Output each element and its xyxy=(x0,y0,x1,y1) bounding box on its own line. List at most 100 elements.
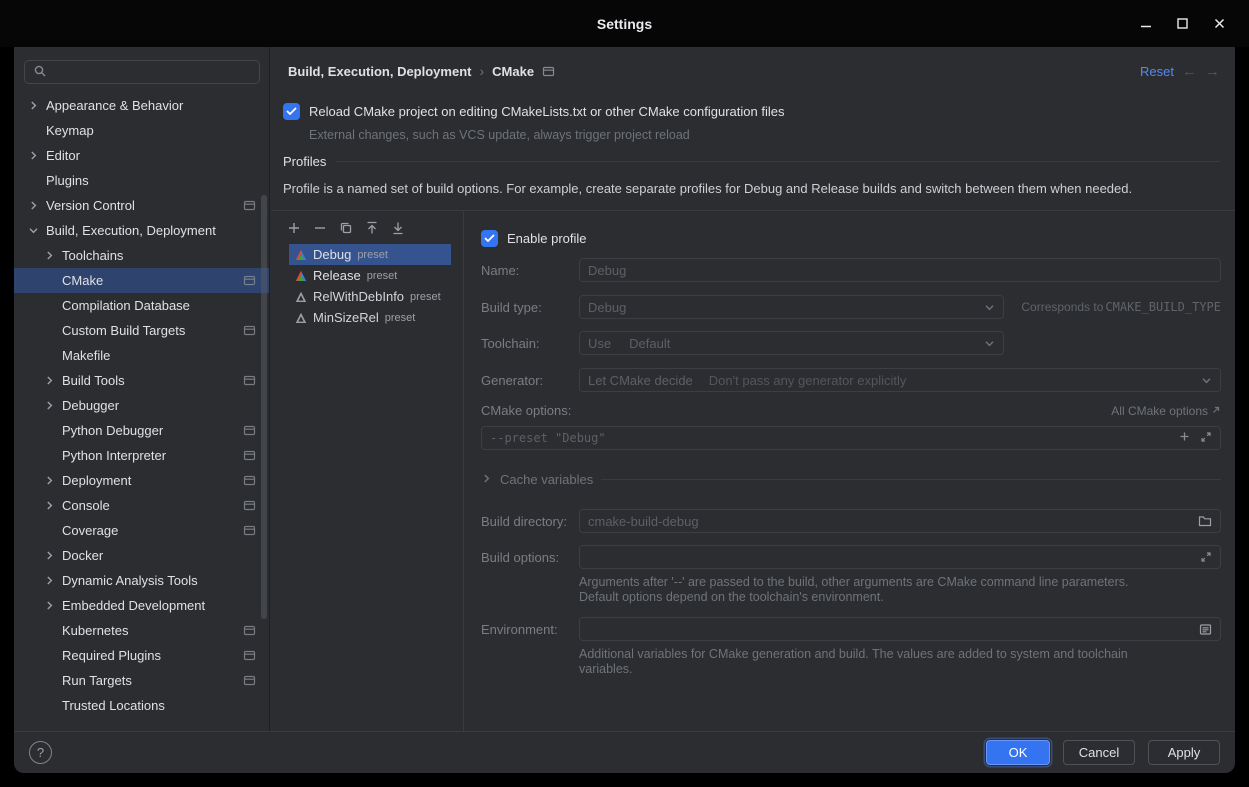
maximize-button[interactable] xyxy=(1175,16,1190,31)
move-up-button[interactable] xyxy=(364,220,380,236)
sidebar-item-dynamic-analysis-tools[interactable]: Dynamic Analysis Tools xyxy=(14,568,269,593)
sidebar-item-label: Build Tools xyxy=(62,373,125,388)
chevron-down-icon[interactable] xyxy=(28,225,46,236)
cmake-options-label: CMake options: xyxy=(481,403,571,418)
profile-tag: preset xyxy=(410,291,441,303)
chevron-right-icon[interactable] xyxy=(28,150,46,161)
profile-name: Debug xyxy=(313,247,351,262)
profile-name: RelWithDebInfo xyxy=(313,289,404,304)
sidebar-item-toolchains[interactable]: Toolchains xyxy=(14,243,269,268)
project-settings-icon xyxy=(243,449,256,462)
sidebar-item-makefile[interactable]: Makefile xyxy=(14,343,269,368)
sidebar-item-python-interpreter[interactable]: Python Interpreter xyxy=(14,443,269,468)
chevron-right-icon[interactable] xyxy=(44,375,62,386)
profile-form-pane: Enable profile Name: Debug Build type: D… xyxy=(465,211,1235,731)
project-settings-icon xyxy=(243,624,256,637)
profile-item-minsizerel[interactable]: MinSizeRelpreset xyxy=(289,307,451,328)
enable-profile-checkbox[interactable] xyxy=(481,230,498,247)
breadcrumb-parent[interactable]: Build, Execution, Deployment xyxy=(288,64,471,79)
sidebar-item-label: Compilation Database xyxy=(62,298,190,313)
sidebar-item-label: Deployment xyxy=(62,473,131,488)
build-type-select: Debug xyxy=(579,295,1004,319)
chevron-down-icon xyxy=(976,338,995,349)
sidebar-item-label: Appearance & Behavior xyxy=(46,98,183,113)
move-down-button[interactable] xyxy=(390,220,406,236)
minimize-button[interactable] xyxy=(1138,16,1153,31)
sidebar-item-debugger[interactable]: Debugger xyxy=(14,393,269,418)
cache-variables-toggle[interactable]: Cache variables xyxy=(481,472,1221,487)
sidebar-item-plugins[interactable]: Plugins xyxy=(14,168,269,193)
settings-sidebar: Appearance & Behavior Keymap Editor Plugins… xyxy=(14,47,270,731)
sidebar-item-label: Embedded Development xyxy=(62,598,205,613)
sidebar-item-run-targets[interactable]: Run Targets xyxy=(14,668,269,693)
sidebar-item-trusted-locations[interactable]: Trusted Locations xyxy=(14,693,269,718)
window-title: Settings xyxy=(597,16,652,32)
profile-item-release[interactable]: Releasepreset xyxy=(289,265,451,286)
sidebar-item-compilation-database[interactable]: Compilation Database xyxy=(14,293,269,318)
help-button[interactable]: ? xyxy=(29,741,52,764)
sidebar-item-label: CMake xyxy=(62,273,103,288)
chevron-right-icon[interactable] xyxy=(44,500,62,511)
profile-item-relwithdebinfo[interactable]: RelWithDebInfo preset xyxy=(289,286,451,307)
profile-tag: preset xyxy=(357,249,388,261)
cmake-options-input: --preset "Debug" xyxy=(481,426,1221,450)
sidebar-item-console[interactable]: Console xyxy=(14,493,269,518)
apply-button[interactable]: Apply xyxy=(1148,740,1220,765)
chevron-right-icon[interactable] xyxy=(28,100,46,111)
sidebar-item-build-execution-deployment[interactable]: Build, Execution, Deployment xyxy=(14,218,269,243)
cancel-button[interactable]: Cancel xyxy=(1063,740,1135,765)
chevron-down-icon xyxy=(1193,375,1212,386)
profile-name: Release xyxy=(313,268,361,283)
project-settings-icon xyxy=(243,499,256,512)
profiles-section-header: Profiles xyxy=(283,154,1220,169)
project-settings-icon xyxy=(243,524,256,537)
sidebar-item-custom-build-targets[interactable]: Custom Build Targets xyxy=(14,318,269,343)
forward-arrow[interactable]: → xyxy=(1205,63,1220,80)
search-input[interactable] xyxy=(24,60,260,84)
sidebar-item-embedded-development[interactable]: Embedded Development xyxy=(14,593,269,618)
profile-list: Debug preset Releasepreset RelWithDebInfo pr… xyxy=(271,244,463,328)
sidebar-item-appearance-behavior[interactable]: Appearance & Behavior xyxy=(14,93,269,118)
sidebar-item-cmake[interactable]: CMake xyxy=(14,268,269,293)
sidebar-item-docker[interactable]: Docker xyxy=(14,543,269,568)
project-settings-icon xyxy=(243,424,256,437)
sidebar-scrollbar[interactable] xyxy=(261,195,267,619)
copy-profile-button[interactable] xyxy=(338,220,354,236)
back-arrow[interactable]: ← xyxy=(1182,63,1197,80)
name-field: Debug xyxy=(579,258,1221,282)
sidebar-item-label: Dynamic Analysis Tools xyxy=(62,573,198,588)
sidebar-item-editor[interactable]: Editor xyxy=(14,143,269,168)
sidebar-item-label: Kubernetes xyxy=(62,623,129,638)
chevron-right-icon[interactable] xyxy=(44,600,62,611)
chevron-right-icon[interactable] xyxy=(44,550,62,561)
ok-button[interactable]: OK xyxy=(986,740,1050,765)
search-icon xyxy=(33,64,47,81)
chevron-right-icon[interactable] xyxy=(28,200,46,211)
remove-profile-button[interactable] xyxy=(312,220,328,236)
generator-select: Let CMake decide Don't pass any generato… xyxy=(579,368,1221,392)
sidebar-item-label: Coverage xyxy=(62,523,118,538)
profile-item-debug[interactable]: Debug preset xyxy=(289,244,451,265)
chevron-right-icon[interactable] xyxy=(44,250,62,261)
breadcrumb-current: CMake xyxy=(492,64,534,79)
all-cmake-options-link[interactable]: All CMake options xyxy=(1111,404,1221,418)
sidebar-item-coverage[interactable]: Coverage xyxy=(14,518,269,543)
reload-checkbox[interactable] xyxy=(283,103,300,120)
sidebar-item-version-control[interactable]: Version Control xyxy=(14,193,269,218)
reset-link[interactable]: Reset xyxy=(1140,64,1174,79)
sidebar-item-keymap[interactable]: Keymap xyxy=(14,118,269,143)
sidebar-item-build-tools[interactable]: Build Tools xyxy=(14,368,269,393)
chevron-right-icon[interactable] xyxy=(44,575,62,586)
toolchain-prefix: Use xyxy=(588,336,611,351)
add-profile-button[interactable] xyxy=(286,220,302,236)
sidebar-item-deployment[interactable]: Deployment xyxy=(14,468,269,493)
close-button[interactable] xyxy=(1212,16,1227,31)
sidebar-item-kubernetes[interactable]: Kubernetes xyxy=(14,618,269,643)
chevron-right-icon[interactable] xyxy=(44,400,62,411)
chevron-right-icon[interactable] xyxy=(44,475,62,486)
sidebar-item-label: Editor xyxy=(46,148,80,163)
sidebar-item-label: Custom Build Targets xyxy=(62,323,185,338)
sidebar-item-required-plugins[interactable]: Required Plugins xyxy=(14,643,269,668)
generator-secondary: Don't pass any generator explicitly xyxy=(709,373,907,388)
sidebar-item-python-debugger[interactable]: Python Debugger xyxy=(14,418,269,443)
